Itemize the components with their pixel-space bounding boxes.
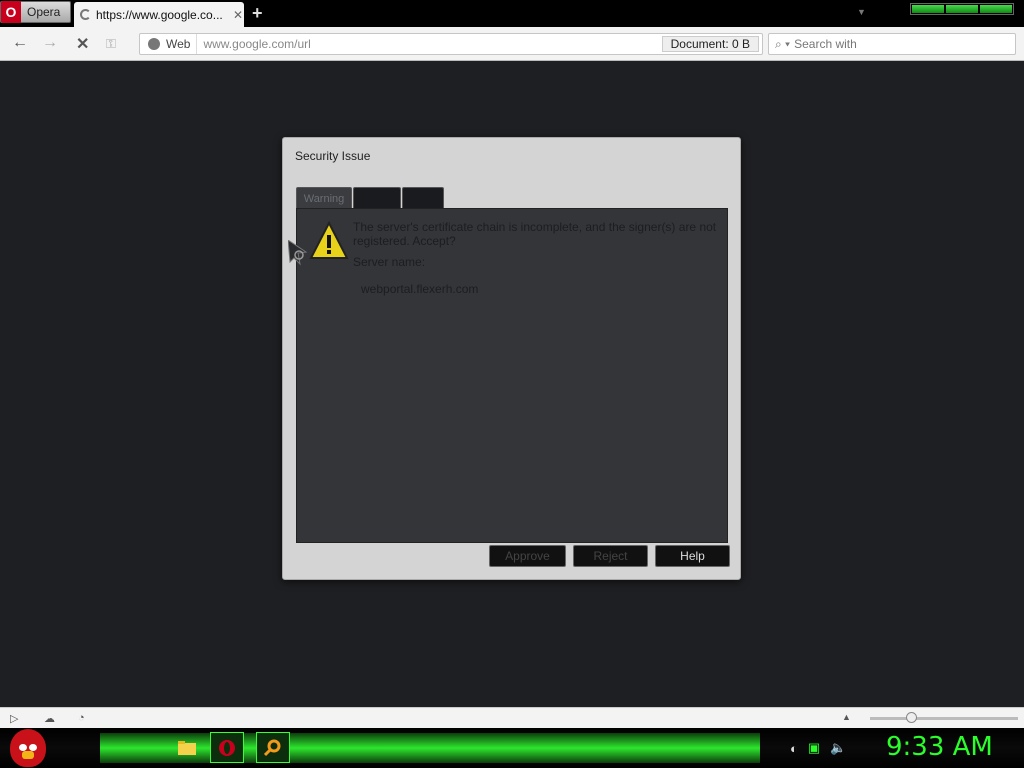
close-window-button[interactable]: [980, 5, 1012, 13]
taskbar: ◐ ▣ 🔈 9:33 AM: [0, 728, 1024, 768]
key-icon[interactable]: ⚿: [106, 36, 116, 52]
system-tray: ◐ ▣ 🔈: [790, 740, 846, 756]
tab-bar: O Opera https://www.google.co... ✕ + ▼: [0, 0, 1024, 27]
folder-icon[interactable]: [170, 732, 204, 763]
zoom-slider-handle[interactable]: [906, 712, 917, 723]
help-button[interactable]: Help: [655, 545, 730, 567]
search-placeholder: Search with: [794, 37, 857, 51]
new-tab-button[interactable]: +: [252, 3, 263, 24]
tab-list-chevron-icon[interactable]: ▼: [857, 7, 866, 17]
warning-icon: [309, 221, 349, 259]
minimize-button[interactable]: [912, 5, 944, 13]
speed-dial-icon[interactable]: ◔: [78, 712, 92, 724]
opera-menu-label: Opera: [27, 5, 61, 19]
address-toolbar: ← → ✕ ⚿ Web www.google.com/url Document:…: [0, 27, 1024, 61]
tab-close-icon[interactable]: ✕: [233, 8, 243, 22]
back-arrow-icon[interactable]: ←: [12, 34, 28, 52]
taskbar-clock[interactable]: 9:33 AM: [886, 732, 993, 762]
dialog-title: Security Issue: [295, 149, 371, 163]
tab-cipher[interactable]: [402, 187, 444, 209]
cloud-icon[interactable]: ☁: [44, 712, 58, 725]
forward-arrow-icon[interactable]: →: [42, 34, 58, 52]
reject-button[interactable]: Reject: [573, 545, 648, 567]
opera-logo-icon: O: [1, 1, 21, 23]
zoom-up-icon[interactable]: ▲: [842, 712, 851, 722]
tab-title: https://www.google.co...: [96, 7, 223, 22]
approve-button[interactable]: Approve: [489, 545, 566, 567]
server-name-label: Server name:: [353, 255, 426, 269]
warning-message: The server's certificate chain is incomp…: [353, 220, 717, 248]
panel-toggle-icon[interactable]: ▷: [10, 712, 24, 725]
address-field[interactable]: Web www.google.com/url Document: 0 B: [139, 33, 763, 55]
web-badge-label: Web: [166, 37, 191, 51]
maximize-button[interactable]: [946, 5, 978, 13]
start-button-bird-icon[interactable]: [10, 729, 46, 767]
network-icon[interactable]: ▣: [808, 740, 820, 756]
status-bar: ▷ ☁ ◔ ▲: [0, 707, 1024, 728]
volume-icon[interactable]: 🔈: [830, 740, 846, 756]
security-dialog: Security Issue Warning The server's cert…: [282, 137, 741, 580]
warning-panel: The server's certificate chain is incomp…: [296, 208, 728, 543]
url-text[interactable]: www.google.com/url: [203, 37, 661, 51]
tab-google[interactable]: https://www.google.co... ✕: [74, 2, 244, 27]
stop-icon[interactable]: ✕: [76, 34, 89, 54]
globe-icon: [148, 38, 160, 50]
tab-details[interactable]: [353, 187, 401, 209]
tab-warning[interactable]: Warning: [296, 187, 352, 209]
opera-menu-button[interactable]: O Opera: [0, 1, 71, 23]
mouse-cursor-icon: [288, 240, 308, 266]
search-taskbar-icon[interactable]: [256, 732, 290, 763]
server-name-value: webportal.flexerh.com: [361, 282, 479, 296]
document-size: Document: 0 B: [661, 36, 759, 52]
search-field[interactable]: ⌕ ▾ Search with: [768, 33, 1016, 55]
tray-arrow-icon[interactable]: ◐: [790, 741, 798, 756]
web-badge[interactable]: Web: [140, 34, 198, 54]
loading-spinner-icon: [80, 9, 91, 20]
zoom-slider[interactable]: [870, 717, 1018, 720]
search-icon: ⌕ ▾: [775, 36, 791, 51]
opera-taskbar-icon[interactable]: [210, 732, 244, 763]
window-controls: [910, 3, 1014, 15]
